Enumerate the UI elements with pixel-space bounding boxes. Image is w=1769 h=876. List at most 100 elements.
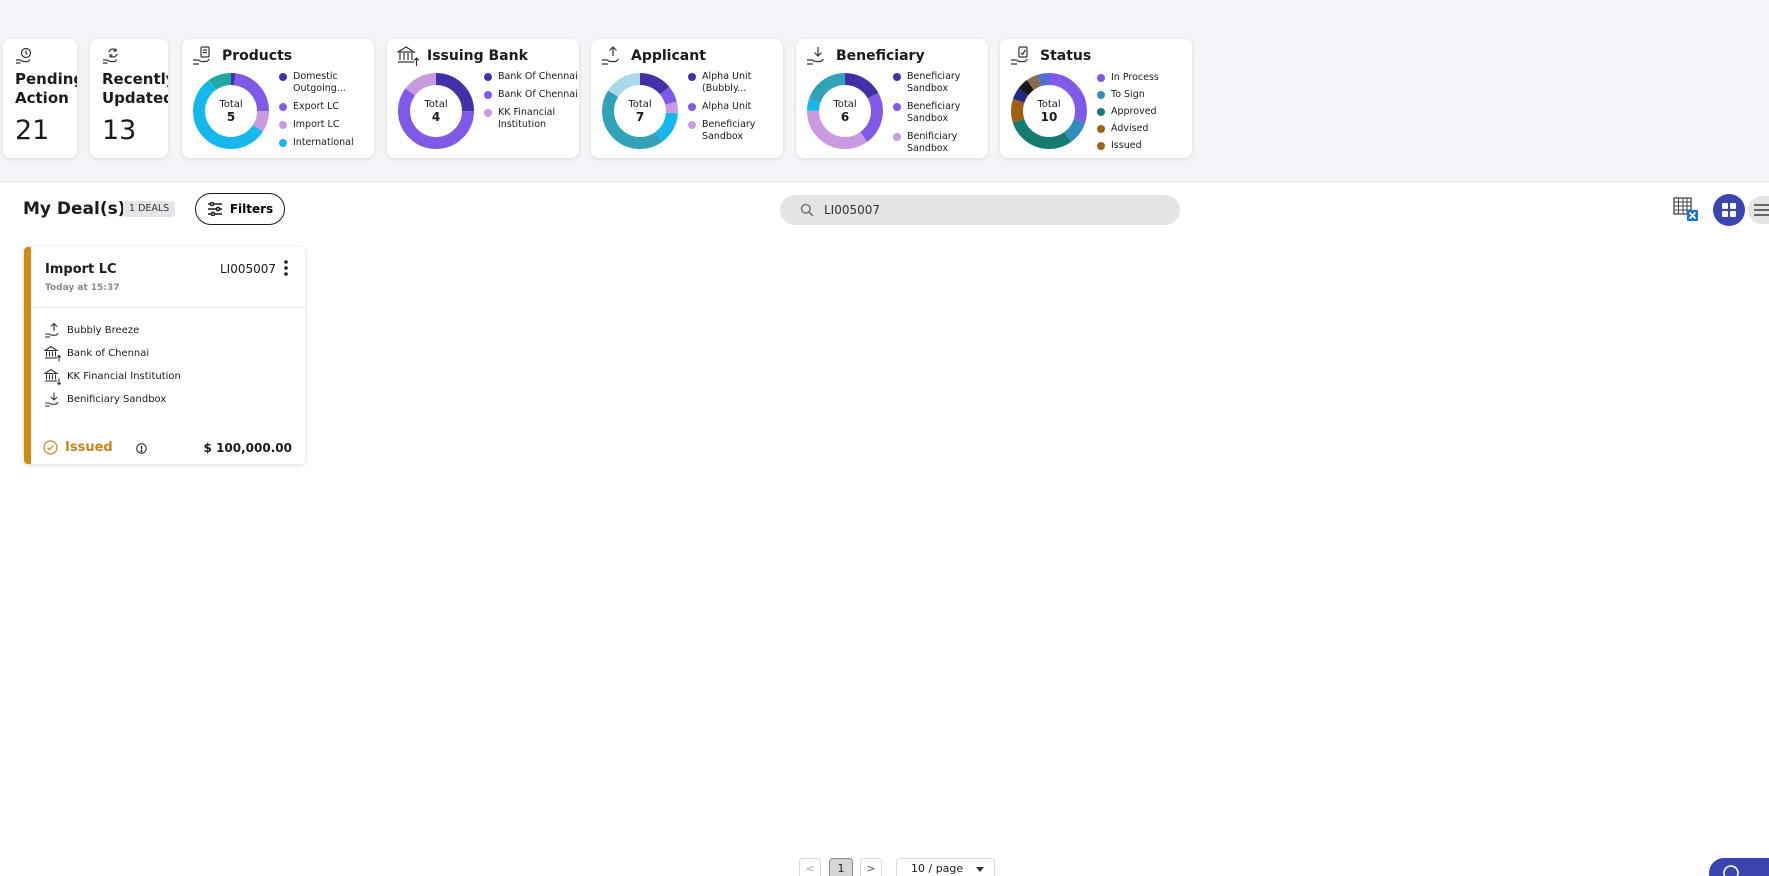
sliders-icon [207, 202, 222, 216]
deal-card[interactable]: Import LC LI005007 Today at 15:37 Bubbly… [24, 247, 305, 464]
filters-button[interactable]: Filters [195, 193, 285, 225]
legend-dot [893, 73, 901, 81]
legend-dot [1097, 108, 1105, 116]
caret-down-icon [976, 867, 984, 872]
issuing-bank-title: Issuing Bank [427, 48, 528, 64]
beneficiary-title: Beneficiary [836, 48, 925, 64]
legend-dot [484, 91, 492, 99]
beneficiary-widget[interactable]: Beneficiary Total 6 Beneficiary Sandbox B… [796, 39, 988, 158]
hand-document-icon [193, 46, 210, 65]
products-total: Total 5 [219, 99, 243, 124]
hand-upload-icon [45, 322, 59, 338]
search-bar[interactable] [780, 195, 1180, 225]
check-circle-icon [43, 440, 58, 455]
deal-reference: LI005007 [220, 262, 277, 276]
legend-dot [688, 121, 696, 129]
legend-item[interactable]: Advised [1096, 123, 1192, 135]
pending-action-label: Pending Action [15, 70, 77, 107]
hand-clock-icon [16, 47, 32, 64]
applicant-widget[interactable]: Applicant Total 7 Alpha Unit (Bubbly... A… [591, 39, 783, 158]
legend-dot [688, 73, 696, 81]
deal-timestamp: Today at 15:37 [45, 283, 120, 293]
page-size-value: 10 / page [911, 862, 964, 875]
deal-count-badge: 1 DEALS [123, 201, 176, 217]
recently-updated-count: 13 [102, 115, 137, 146]
applicant-legend: Alpha Unit (Bubbly... Alpha Unit Benefic… [687, 71, 783, 153]
legend-item[interactable]: International [278, 137, 374, 149]
deal-amount: $ 100,000.00 [203, 441, 292, 455]
legend-dot [893, 133, 901, 141]
applicant-total: Total 7 [628, 99, 652, 124]
prev-page-button[interactable]: < [799, 858, 821, 876]
status-total: Total 10 [1037, 99, 1061, 124]
legend-item[interactable]: Benificiary Sandbox [892, 131, 988, 153]
legend-item[interactable]: KK Financial Institution [483, 107, 579, 131]
legend-item[interactable]: Alpha Unit (Bubbly... [687, 71, 783, 95]
search-input[interactable] [824, 200, 1164, 220]
pending-action-card[interactable]: Pending Action 21 [3, 39, 77, 158]
info-icon[interactable] [136, 443, 147, 454]
page-size-select[interactable]: 10 / page [896, 858, 995, 876]
legend-dot [1097, 125, 1105, 133]
applicant-title: Applicant [631, 48, 706, 64]
legend-dot [279, 73, 287, 81]
legend-dot [1097, 142, 1105, 150]
recently-updated-label: Recently Updated [102, 70, 168, 107]
products-widget[interactable]: Products Total 5 Domestic Outgoing... Exp… [182, 39, 374, 158]
hand-refresh-icon [103, 48, 118, 64]
beneficiary-total: Total 6 [833, 99, 857, 124]
list-view-button[interactable] [1748, 196, 1769, 224]
legend-dot [484, 73, 492, 81]
hand-status-icon [1011, 46, 1028, 65]
legend-item[interactable]: To Sign [1096, 89, 1192, 101]
beneficiary-name: Benificiary Sandbox [67, 394, 167, 405]
legend-item[interactable]: In Process [1096, 72, 1192, 84]
filters-label: Filters [229, 202, 274, 216]
legend-dot [279, 139, 287, 147]
status-widget[interactable]: Status Total 10 In Process To Sign Approv… [1000, 39, 1192, 158]
issuing-bank-widget[interactable]: Issuing Bank Total 4 Bank Of Chennai Bank… [387, 39, 579, 158]
bank-arrow-up-icon [44, 345, 61, 362]
issuing-bank-legend: Bank Of Chennai Bank Of Chennai KK Finan… [483, 71, 579, 153]
more-options-icon[interactable] [282, 259, 290, 277]
beneficiary-legend: Beneficiary Sandbox Beneficiary Sandbox … [892, 71, 988, 153]
legend-item[interactable]: Beneficiary Sandbox [687, 119, 783, 143]
legend-item[interactable]: Bank Of Chennai [483, 71, 579, 83]
issuing-bank-total: Total 4 [424, 99, 448, 124]
list-icon [1754, 204, 1769, 216]
legend-dot [1097, 74, 1105, 82]
advising-bank-name: KK Financial Institution [67, 371, 181, 382]
hand-download-icon [807, 47, 824, 65]
hand-download-icon [45, 392, 59, 407]
legend-dot [893, 103, 901, 111]
next-page-button[interactable]: > [860, 858, 882, 876]
legend-dot [279, 121, 287, 129]
legend-item[interactable]: Export LC [278, 101, 374, 113]
help-button[interactable] [1709, 858, 1769, 876]
legend-item[interactable]: Issued [1096, 140, 1192, 152]
grid-view-button[interactable] [1713, 194, 1745, 226]
products-legend: Domestic Outgoing... Export LC Import LC… [278, 71, 374, 153]
legend-item[interactable]: Approved [1096, 106, 1192, 118]
page-title: My Deal(s) [23, 199, 126, 219]
status-label: Issued [65, 440, 113, 455]
legend-item[interactable]: Import LC [278, 119, 374, 131]
status-accent-bar [24, 247, 31, 464]
deal-product: Import LC [45, 262, 117, 277]
issuing-bank-name: Bank of Chennai [67, 348, 150, 359]
recently-updated-card[interactable]: Recently Updated 13 [90, 39, 168, 158]
legend-item[interactable]: Beneficiary Sandbox [892, 71, 988, 95]
legend-dot [279, 103, 287, 111]
legend-item[interactable]: Bank Of Chennai [483, 89, 579, 101]
legend-item[interactable]: Alpha Unit [687, 101, 783, 113]
status-legend: In Process To Sign Approved Advised Issu… [1096, 72, 1192, 156]
hand-upload-icon [602, 46, 619, 65]
export-excel-icon[interactable] [1673, 196, 1701, 224]
page-1-button[interactable]: 1 [829, 858, 853, 876]
legend-dot [484, 109, 492, 117]
search-icon [800, 203, 814, 217]
products-title: Products [222, 48, 293, 64]
legend-item[interactable]: Beneficiary Sandbox [892, 101, 988, 125]
help-icon [1723, 865, 1739, 876]
legend-item[interactable]: Domestic Outgoing... [278, 71, 374, 95]
